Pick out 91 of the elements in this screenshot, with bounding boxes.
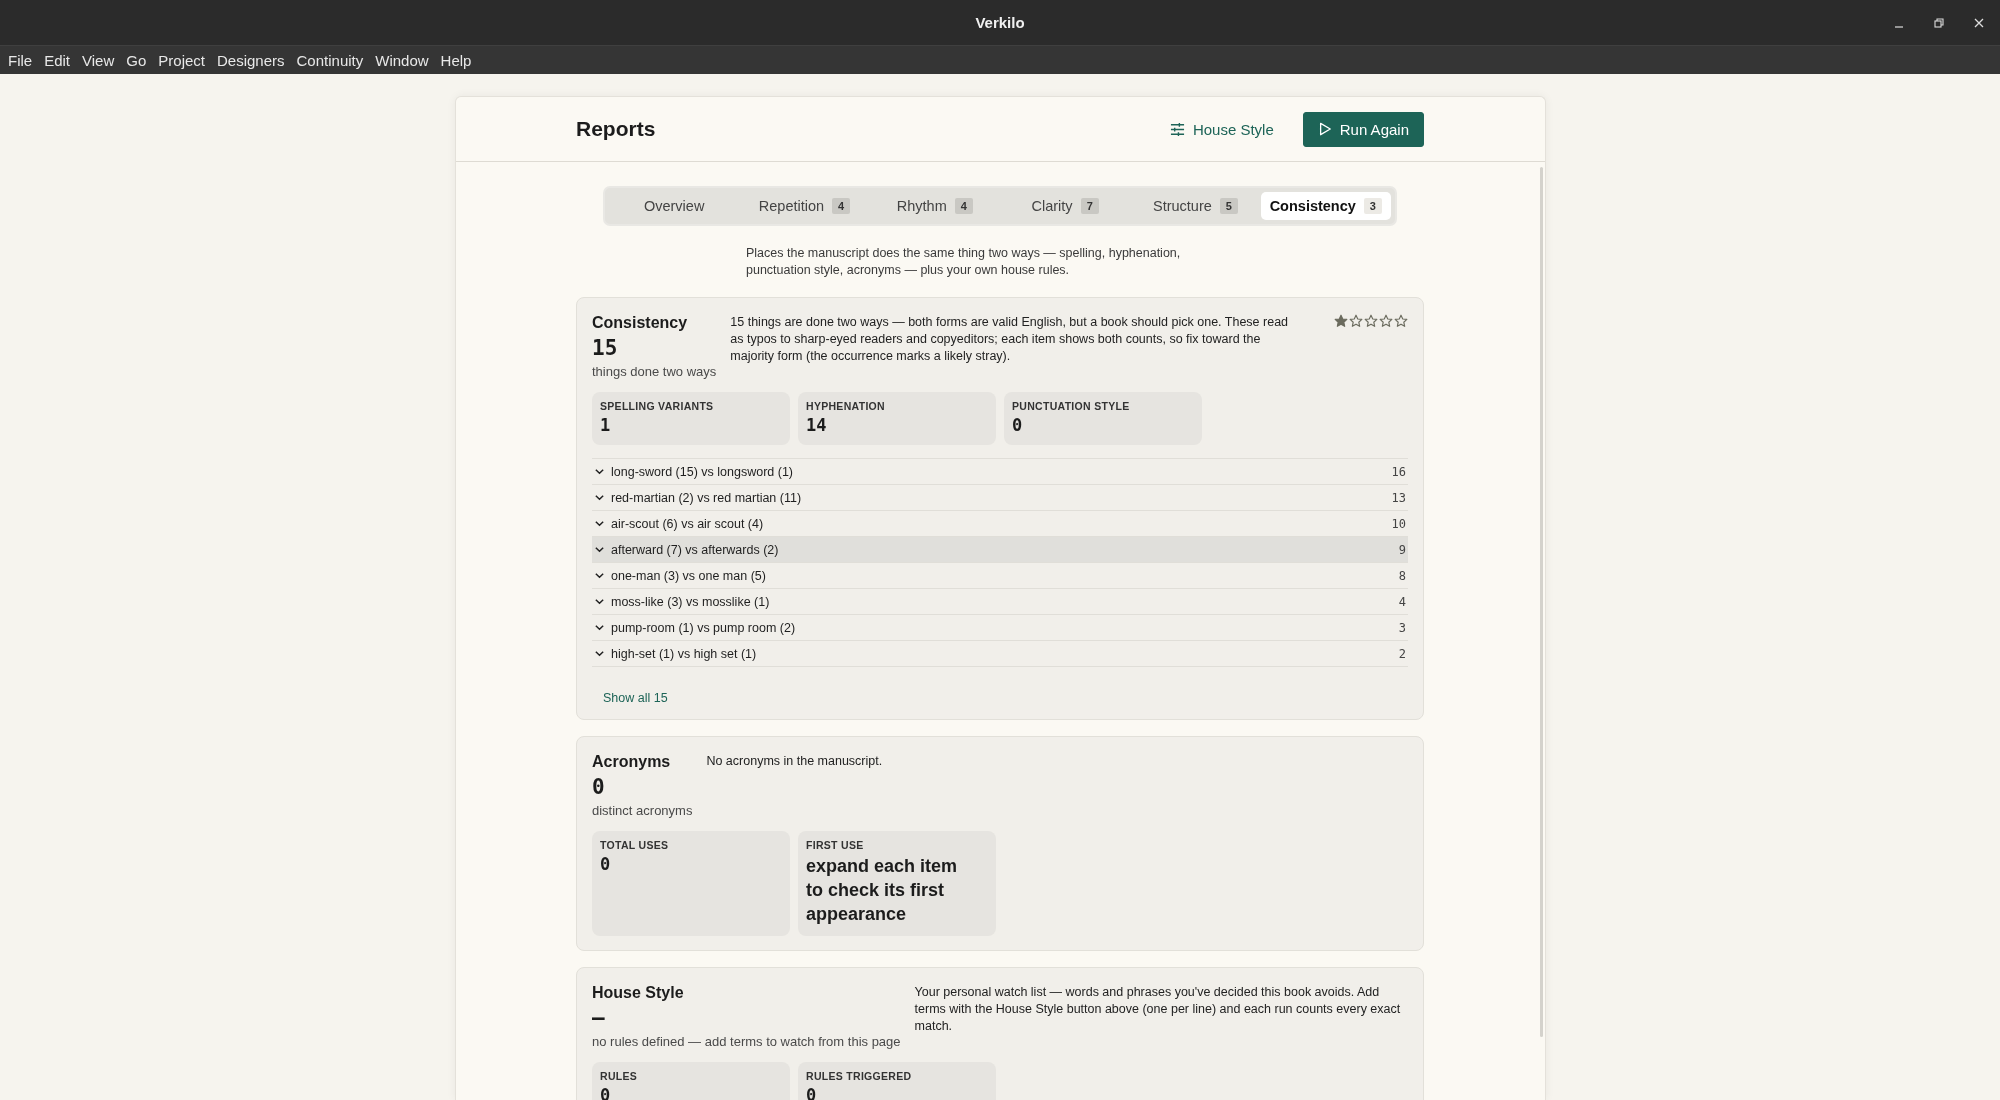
stat-value: 0 bbox=[600, 854, 612, 874]
stat-label: TOTAL USES bbox=[600, 839, 670, 851]
intro-text: Places the manuscript does the same thing two ways — spelling, hyphenation, punctuation style, acronyms — plus your own house rules. bbox=[746, 245, 1182, 279]
menu-item[interactable]: Edit bbox=[40, 51, 79, 69]
variant-count: 8 bbox=[1398, 568, 1406, 583]
variant-label: afterward (7) vs afterwards (2) bbox=[611, 542, 780, 557]
menu-item[interactable]: Continuity bbox=[292, 51, 372, 69]
card-description: 15 things are done two ways — both forms are valid English, but a book should pick one. These read as typos to sharp-eyed readers and copyeditors; each item shows both counts, so fix toward the majority form (the occurrence marks a likely stray). bbox=[730, 314, 1290, 365]
stat-label: PUNCTUATION STYLE bbox=[1012, 400, 1131, 412]
variant-count: 4 bbox=[1398, 594, 1406, 609]
stat-label: FIRST USE bbox=[806, 839, 865, 851]
chevron-down-icon bbox=[594, 466, 605, 477]
variant-label: moss-like (3) vs mosslike (1) bbox=[611, 594, 771, 609]
run-button[interactable]: Run Again bbox=[1302, 111, 1424, 147]
stat-value: expand each item to check its first appearance bbox=[806, 855, 959, 926]
chevron-down-icon bbox=[594, 518, 605, 529]
count-badge: 3 bbox=[1363, 198, 1382, 214]
play-icon bbox=[1317, 122, 1332, 136]
metric-caption: distinct acronyms bbox=[592, 803, 693, 818]
count-badge: 7 bbox=[1080, 198, 1099, 214]
variant-label: high-set (1) vs high set (1) bbox=[611, 646, 758, 661]
variant-row[interactable]: high-set (1) vs high set (1) 2 bbox=[592, 641, 1408, 667]
variant-row[interactable]: afterward (7) vs afterwards (2) 9 bbox=[592, 537, 1408, 563]
variant-label: one-man (3) vs one man (5) bbox=[611, 568, 767, 583]
variant-row[interactable]: long-sword (15) vs longsword (1) 16 bbox=[592, 459, 1408, 485]
menu-item[interactable]: Window bbox=[371, 51, 437, 69]
chevron-down-icon bbox=[594, 544, 605, 555]
variant-label: pump-room (1) vs pump room (2) bbox=[611, 620, 797, 635]
metric-caption: no rules defined — add terms to watch from this page bbox=[592, 1034, 901, 1049]
variant-row[interactable]: one-man (3) vs one man (5) 8 bbox=[592, 563, 1408, 589]
report-tab[interactable]: Overview bbox=[609, 192, 740, 220]
chevron-down-icon bbox=[594, 492, 605, 503]
variant-count: 10 bbox=[1391, 516, 1406, 531]
show-all-link[interactable]: Show all 15 bbox=[603, 691, 668, 705]
count-badge: 5 bbox=[1219, 198, 1238, 214]
sliders-icon bbox=[1169, 121, 1185, 137]
menu-item[interactable]: Help bbox=[436, 51, 480, 69]
report-tab[interactable]: Clarity 7 bbox=[1000, 192, 1131, 220]
variant-count: 9 bbox=[1398, 542, 1406, 557]
stat-label: SPELLING VARIANTS bbox=[600, 400, 715, 412]
star-empty-icon bbox=[1379, 314, 1393, 328]
menu-item[interactable]: File bbox=[4, 51, 41, 69]
star-empty-icon bbox=[1394, 314, 1408, 328]
minimize-icon bbox=[1894, 25, 1904, 28]
report-tab[interactable]: Consistency 3 bbox=[1260, 192, 1391, 220]
report-tab[interactable]: Rhythm 4 bbox=[869, 192, 1000, 220]
menu-item[interactable]: Designers bbox=[213, 51, 293, 69]
variant-count: 16 bbox=[1391, 464, 1406, 479]
card-description: No acronyms in the manuscript. bbox=[706, 753, 884, 770]
window-title: Verkilo bbox=[975, 14, 1025, 31]
menu-item[interactable]: Project bbox=[154, 51, 213, 69]
chevron-down-icon bbox=[594, 570, 605, 581]
report-tab[interactable]: Repetition 4 bbox=[739, 192, 870, 220]
variant-label: long-sword (15) vs longsword (1) bbox=[611, 464, 794, 479]
close-icon bbox=[1974, 17, 1984, 28]
card-description: Your personal watch list — words and phrases you've decided this book avoids. Add terms with the House Style button above (one per line) and each run counts every exact match. bbox=[914, 984, 1402, 1035]
metric-caption: things done two ways bbox=[592, 364, 717, 379]
scrollbar[interactable] bbox=[1539, 167, 1543, 1037]
card-title: Acronyms bbox=[592, 753, 672, 771]
metric-value: 0 bbox=[592, 775, 606, 799]
metric-value: 15 bbox=[592, 336, 619, 360]
variant-row[interactable]: pump-room (1) vs pump room (2) 3 bbox=[592, 615, 1408, 641]
house-style-button[interactable]: House Style bbox=[1154, 111, 1289, 147]
stat-value: 14 bbox=[806, 415, 828, 435]
card-title: House Style bbox=[592, 984, 685, 1002]
restore-icon bbox=[1934, 17, 1944, 28]
stat-label: HYPHENATION bbox=[806, 400, 886, 412]
metric-value: — bbox=[592, 1006, 606, 1030]
stat-label: RULES TRIGGERED bbox=[806, 1070, 913, 1082]
variant-count: 13 bbox=[1391, 490, 1406, 505]
variant-row[interactable]: red-martian (2) vs red martian (11) 13 bbox=[592, 485, 1408, 511]
page-title: Reports bbox=[576, 117, 656, 141]
star-filled-icon bbox=[1334, 314, 1348, 328]
variant-count: 3 bbox=[1398, 620, 1406, 635]
count-badge: 4 bbox=[832, 198, 851, 214]
stat-label: RULES bbox=[600, 1070, 639, 1082]
chevron-down-icon bbox=[594, 596, 605, 607]
variant-label: air-scout (6) vs air scout (4) bbox=[611, 516, 765, 531]
star-empty-icon bbox=[1364, 314, 1378, 328]
report-tab[interactable]: Structure 5 bbox=[1130, 192, 1261, 220]
menu-item[interactable]: View bbox=[78, 51, 123, 69]
chevron-down-icon bbox=[594, 648, 605, 659]
variant-count: 2 bbox=[1398, 646, 1406, 661]
variant-row[interactable]: moss-like (3) vs mosslike (1) 4 bbox=[592, 589, 1408, 615]
menu-item[interactable]: Go bbox=[122, 51, 155, 69]
stat-value: 1 bbox=[600, 415, 612, 435]
variant-label: red-martian (2) vs red martian (11) bbox=[611, 490, 803, 505]
count-badge: 4 bbox=[954, 198, 973, 214]
card-title: Consistency bbox=[592, 314, 689, 332]
stat-value: 0 bbox=[1012, 415, 1024, 435]
chevron-down-icon bbox=[594, 622, 605, 633]
